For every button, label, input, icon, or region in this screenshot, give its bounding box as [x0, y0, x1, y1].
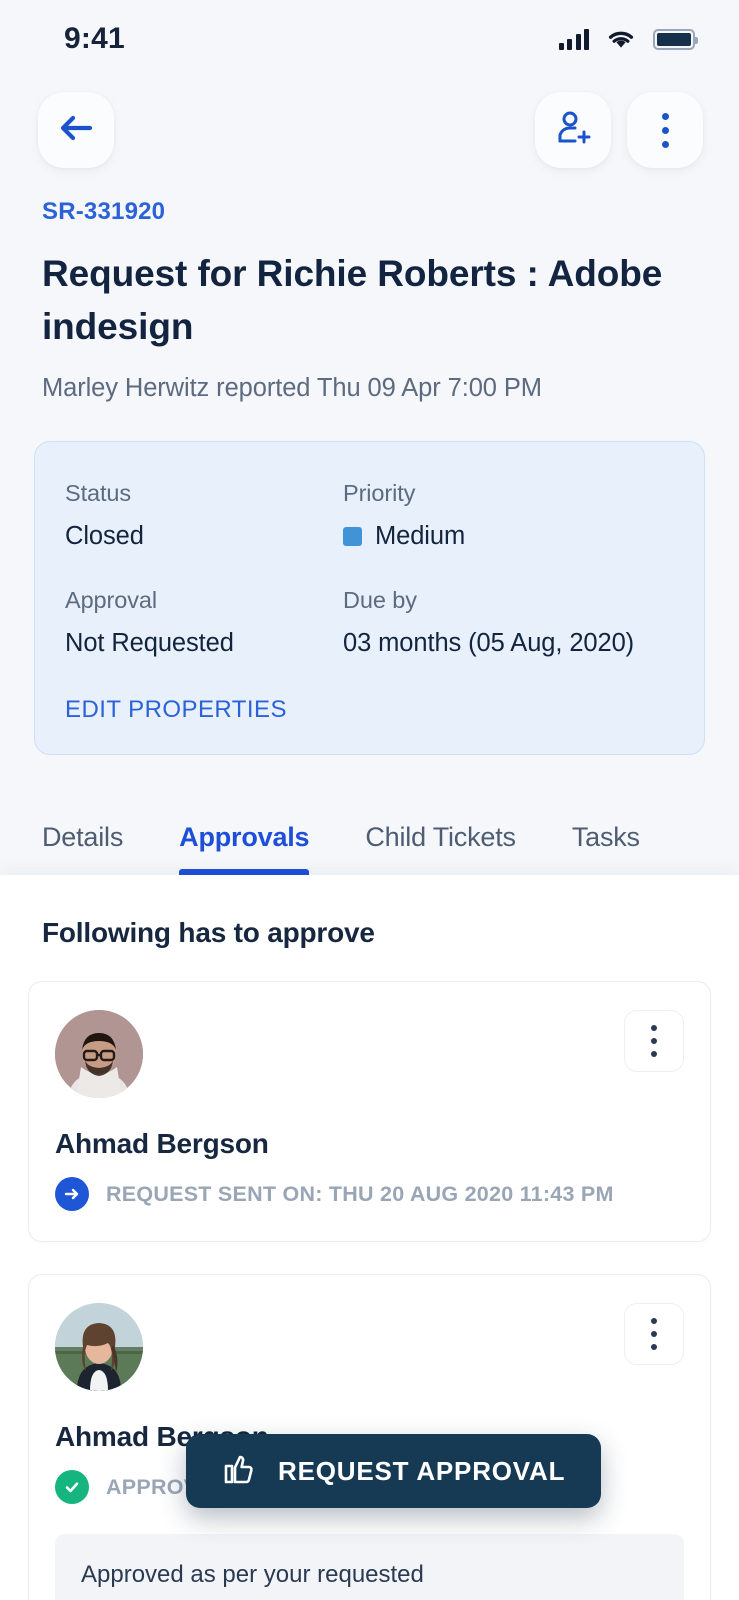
request-approval-label: REQUEST APPROVAL	[278, 1456, 565, 1487]
avatar-female-outdoor	[55, 1303, 143, 1391]
request-approval-button[interactable]: REQUEST APPROVAL	[186, 1434, 601, 1508]
property-priority-value-row: Medium	[343, 522, 674, 551]
approval-card[interactable]: Ahmad Bergson REQUEST SENT ON: THU 20 AU…	[28, 981, 711, 1242]
property-priority-label: Priority	[343, 480, 674, 507]
arrow-right-circle-icon	[55, 1177, 89, 1211]
check-circle-icon	[55, 1470, 89, 1504]
property-status-value: Closed	[65, 522, 343, 551]
approval-card-top	[55, 1010, 684, 1098]
thumbs-up-icon	[222, 1452, 256, 1491]
approvals-section-title: Following has to approve	[0, 875, 739, 949]
property-due-by-label: Due by	[343, 587, 674, 614]
page-title: Request for Richie Roberts : Adobe indes…	[42, 248, 697, 353]
property-priority-value: Medium	[375, 522, 465, 551]
avatar-male-glasses	[55, 1010, 143, 1098]
battery-icon	[653, 29, 695, 50]
property-status: Status Closed	[65, 480, 343, 551]
approval-card-top	[55, 1303, 684, 1391]
app-bar	[0, 78, 739, 182]
kebab-menu-icon	[651, 1025, 657, 1057]
app-bar-actions	[535, 92, 703, 168]
priority-color-swatch	[343, 527, 362, 546]
approval-card-menu-button[interactable]	[624, 1303, 684, 1365]
property-approval: Approval Not Requested	[65, 587, 343, 658]
wifi-icon	[606, 28, 636, 50]
add-person-button[interactable]	[535, 92, 611, 168]
property-due-by-value: 03 months (05 Aug, 2020)	[343, 629, 674, 658]
tab-approvals[interactable]: Approvals	[179, 822, 309, 875]
property-approval-label: Approval	[65, 587, 343, 614]
approval-comment: Approved as per your requested	[55, 1534, 684, 1600]
properties-card: Status Closed Priority Medium Approval N…	[34, 441, 705, 755]
approval-status-text: REQUEST SENT ON: THU 20 AUG 2020 11:43 P…	[106, 1182, 614, 1207]
overflow-menu-button[interactable]	[627, 92, 703, 168]
approval-status-row: REQUEST SENT ON: THU 20 AUG 2020 11:43 P…	[55, 1177, 684, 1211]
property-priority: Priority Medium	[343, 480, 674, 551]
approver-name: Ahmad Bergson	[55, 1128, 684, 1160]
approval-card-menu-button[interactable]	[624, 1010, 684, 1072]
properties-grid: Status Closed Priority Medium Approval N…	[65, 480, 674, 658]
ticket-id[interactable]: SR-331920	[42, 198, 697, 226]
phone-screen: 9:41	[0, 0, 739, 1600]
back-button[interactable]	[38, 92, 114, 168]
edit-properties-button[interactable]: EDIT PROPERTIES	[65, 696, 674, 724]
tab-child-tickets[interactable]: Child Tickets	[365, 822, 515, 875]
property-due-by: Due by 03 months (05 Aug, 2020)	[343, 587, 674, 658]
ticket-header: SR-331920 Request for Richie Roberts : A…	[0, 182, 739, 403]
tab-bar: Details Approvals Child Tickets Tasks	[0, 787, 739, 875]
ticket-reporter-meta: Marley Herwitz reported Thu 09 Apr 7:00 …	[42, 374, 697, 403]
tab-tasks[interactable]: Tasks	[572, 822, 640, 875]
status-bar-time: 9:41	[64, 22, 125, 56]
add-person-icon	[553, 108, 593, 153]
kebab-menu-icon	[651, 1318, 657, 1350]
status-bar-icons	[559, 28, 696, 50]
back-arrow-icon	[56, 111, 96, 150]
status-bar: 9:41	[0, 0, 739, 78]
property-approval-value: Not Requested	[65, 629, 343, 658]
tab-details[interactable]: Details	[42, 822, 123, 875]
kebab-menu-icon	[662, 113, 669, 148]
cellular-signal-icon	[559, 28, 590, 50]
property-status-label: Status	[65, 480, 343, 507]
